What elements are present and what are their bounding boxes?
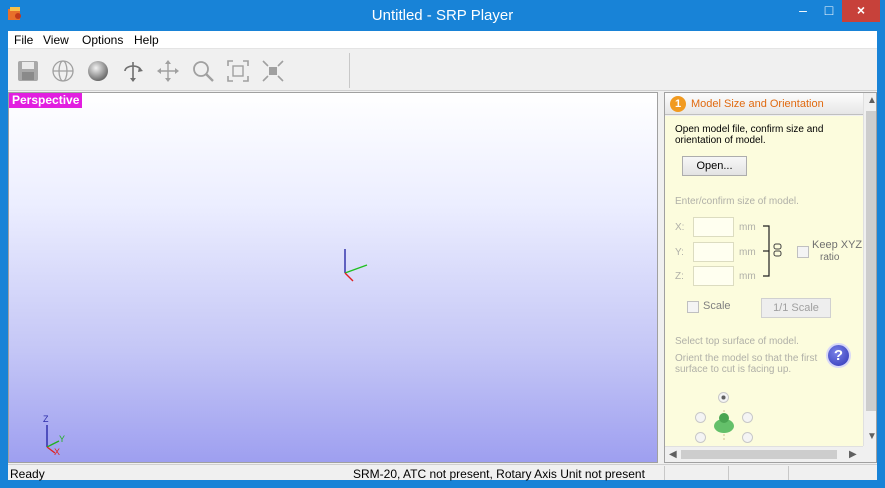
top-surface-radio[interactable]: [742, 432, 753, 443]
keep-ratio-checkbox[interactable]: [797, 246, 809, 258]
toolbar-group: [10, 53, 350, 88]
intro-line-2: orientation of model.: [675, 135, 766, 146]
model-preview-icon: [714, 410, 734, 440]
y-unit: mm: [739, 247, 756, 258]
orient-line-2: surface to cut is facing up.: [675, 364, 792, 375]
menu-bar: File View Options Help: [8, 31, 877, 49]
size-prompt: Enter/confirm size of model.: [675, 196, 799, 207]
menu-file[interactable]: File: [14, 33, 33, 47]
top-surface-radio[interactable]: [695, 412, 706, 423]
menu-options[interactable]: Options: [82, 33, 123, 47]
fit-icon[interactable]: [224, 57, 252, 85]
keep-ratio-label-2: ratio: [820, 252, 840, 263]
minimize-button[interactable]: ‒: [790, 0, 816, 22]
status-ready: Ready: [10, 467, 45, 481]
origin-axes-icon: [344, 249, 368, 282]
sphere-icon[interactable]: [84, 57, 112, 85]
view-label: Perspective: [9, 93, 83, 108]
size-x-input[interactable]: [693, 217, 734, 237]
perspective-viewport[interactable]: Perspective Z Y X: [8, 92, 658, 463]
menu-help[interactable]: Help: [134, 33, 159, 47]
window-title: Untitled - SRP Player: [371, 7, 514, 24]
x-unit: mm: [739, 222, 756, 233]
status-divider: [788, 466, 789, 480]
status-machine: SRM-20, ATC not present, Rotary Axis Uni…: [353, 467, 645, 481]
keep-ratio-label-1: Keep XYZ: [812, 239, 863, 251]
y-label: Y:: [675, 247, 684, 258]
scroll-down-icon[interactable]: ▼: [867, 431, 876, 442]
link-bracket-icon: [763, 225, 782, 277]
close-button[interactable]: ×: [842, 0, 880, 22]
panel-horizontal-scrollbar[interactable]: ◀ ▶: [665, 446, 863, 462]
pan-icon[interactable]: [154, 57, 182, 85]
axis-x-label: X: [54, 447, 60, 457]
size-y-input[interactable]: [693, 242, 734, 262]
orient-line-1: Orient the model so that the first: [675, 353, 818, 364]
status-bar: Ready SRM-20, ATC not present, Rotary Ax…: [8, 464, 877, 481]
save-icon[interactable]: [14, 57, 42, 85]
surface-prompt: Select top surface of model.: [675, 336, 799, 347]
panel-title: Model Size and Orientation: [691, 98, 824, 110]
shrink-icon[interactable]: [259, 57, 287, 85]
help-button[interactable]: ?: [826, 343, 851, 368]
setup-panel: 1 Model Size and Orientation Open model …: [664, 92, 877, 463]
top-surface-radio[interactable]: [742, 412, 753, 423]
zoom-icon[interactable]: [189, 57, 217, 85]
rotate-icon[interactable]: [119, 57, 147, 85]
full-scale-button[interactable]: 1/1 Scale: [761, 298, 831, 318]
axis-z-label: Z: [43, 414, 49, 424]
status-divider: [664, 466, 665, 480]
intro-line-1: Open model file, confirm size and: [675, 124, 824, 135]
x-label: X:: [675, 222, 685, 233]
size-z-input[interactable]: [693, 266, 734, 286]
toolbar: [8, 50, 877, 91]
top-surface-radio[interactable]: [695, 432, 706, 443]
scroll-left-icon[interactable]: ◀: [669, 449, 677, 460]
step-number-icon: 1: [670, 96, 686, 112]
scale-label: Scale: [703, 300, 731, 312]
horizontal-scroll-thumb[interactable]: [681, 450, 837, 459]
vertical-scroll-thumb[interactable]: [866, 111, 876, 411]
panel-vertical-scrollbar[interactable]: ▲ ▼: [863, 93, 876, 446]
z-unit: mm: [739, 271, 756, 282]
axis-y-label: Y: [59, 434, 65, 444]
app-window: Untitled - SRP Player ‒ □ × File View Op…: [0, 0, 885, 488]
title-bar[interactable]: Untitled - SRP Player ‒ □ ×: [0, 0, 885, 31]
status-divider: [728, 466, 729, 480]
globe-icon[interactable]: [49, 57, 77, 85]
maximize-button[interactable]: □: [816, 0, 842, 22]
panel-body: Open model file, confirm size and orient…: [665, 116, 863, 446]
scale-checkbox[interactable]: [687, 301, 699, 313]
menu-view[interactable]: View: [43, 33, 69, 47]
open-button[interactable]: Open...: [682, 156, 747, 176]
panel-header: 1 Model Size and Orientation: [665, 93, 863, 115]
scroll-right-icon[interactable]: ▶: [849, 449, 857, 460]
top-surface-radio-selected[interactable]: [718, 392, 729, 403]
scroll-up-icon[interactable]: ▲: [867, 95, 876, 106]
client-area: File View Options Help Perspective Z Y X…: [8, 31, 877, 481]
z-label: Z:: [675, 271, 684, 282]
axis-triad-icon: Z Y X: [43, 414, 65, 457]
